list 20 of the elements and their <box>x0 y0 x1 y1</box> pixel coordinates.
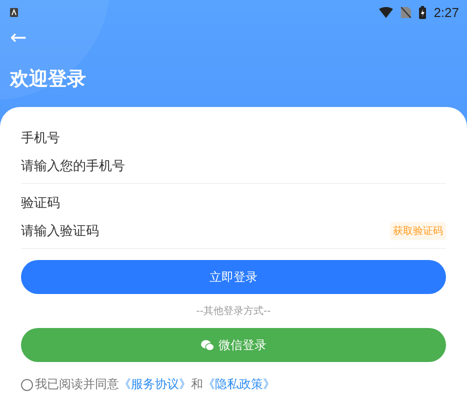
field-label: 验证码 <box>21 195 60 213</box>
chat-bubbles-icon <box>200 340 214 350</box>
page-title: 欢迎登录 <box>10 67 86 92</box>
terms-link[interactable]: 《服务协议》 <box>119 377 191 391</box>
privacy-link[interactable]: 《隐私政策》 <box>203 377 275 391</box>
back-button[interactable]: ← <box>10 26 27 48</box>
field-label: 手机号 <box>21 130 60 148</box>
notification-icon <box>10 8 18 16</box>
login-button[interactable]: 立即登录 <box>21 260 446 294</box>
wechat-login-button[interactable]: 微信登录 <box>21 328 446 362</box>
status-time: 2:27 <box>434 4 459 20</box>
no-sim-icon <box>400 6 411 18</box>
battery-charging-icon <box>418 6 426 18</box>
get-code-button[interactable]: 获取验证码 <box>390 222 446 240</box>
agree-radio[interactable] <box>21 378 33 390</box>
input-field[interactable]: 请输入您的手机号 <box>21 156 446 176</box>
agreement-text: 我已阅读并同意《服务协议》和《隐私政策》 <box>35 376 275 393</box>
other-login-text: --其他登录方式-- <box>196 304 271 319</box>
input-field[interactable]: 请输入验证码 <box>21 221 390 241</box>
wifi-icon <box>378 6 393 18</box>
